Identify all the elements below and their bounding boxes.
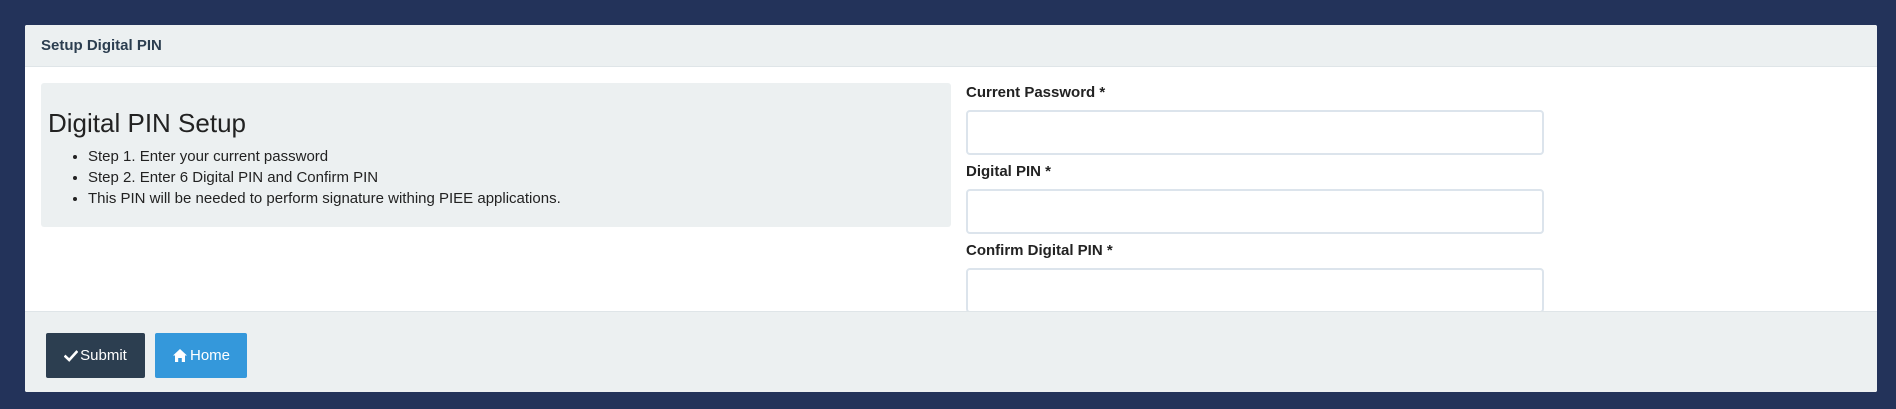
pin-form: Current Password * Digital PIN * Confirm… bbox=[966, 83, 1544, 320]
confirm-pin-label: Confirm Digital PIN * bbox=[966, 242, 1113, 259]
panel-header: Setup Digital PIN bbox=[25, 25, 1877, 67]
list-item: This PIN will be needed to perform signa… bbox=[88, 188, 951, 209]
list-item: Step 2. Enter 6 Digital PIN and Confirm … bbox=[88, 167, 951, 188]
current-password-input[interactable] bbox=[966, 110, 1544, 155]
instructions-box: Digital PIN Setup Step 1. Enter your cur… bbox=[41, 83, 951, 227]
check-icon bbox=[64, 349, 79, 363]
current-password-label: Current Password * bbox=[966, 84, 1106, 101]
instructions-list: Step 1. Enter your current password Step… bbox=[48, 146, 951, 209]
panel-footer: Submit Home bbox=[25, 311, 1877, 392]
panel-title: Setup Digital PIN bbox=[41, 37, 162, 54]
instructions-heading: Digital PIN Setup bbox=[48, 108, 246, 138]
submit-label: Submit bbox=[80, 347, 127, 364]
panel-body: Digital PIN Setup Step 1. Enter your cur… bbox=[25, 67, 1877, 313]
digital-pin-label: Digital PIN * bbox=[966, 163, 1052, 180]
home-icon bbox=[172, 348, 188, 363]
home-label: Home bbox=[189, 347, 230, 364]
home-button[interactable]: Home bbox=[155, 333, 247, 378]
list-item: Step 1. Enter your current password bbox=[88, 146, 951, 167]
submit-button[interactable]: Submit bbox=[46, 333, 145, 378]
confirm-pin-input[interactable] bbox=[966, 268, 1544, 313]
digital-pin-input[interactable] bbox=[966, 189, 1544, 234]
setup-pin-panel: Setup Digital PIN Digital PIN Setup Step… bbox=[25, 25, 1877, 392]
